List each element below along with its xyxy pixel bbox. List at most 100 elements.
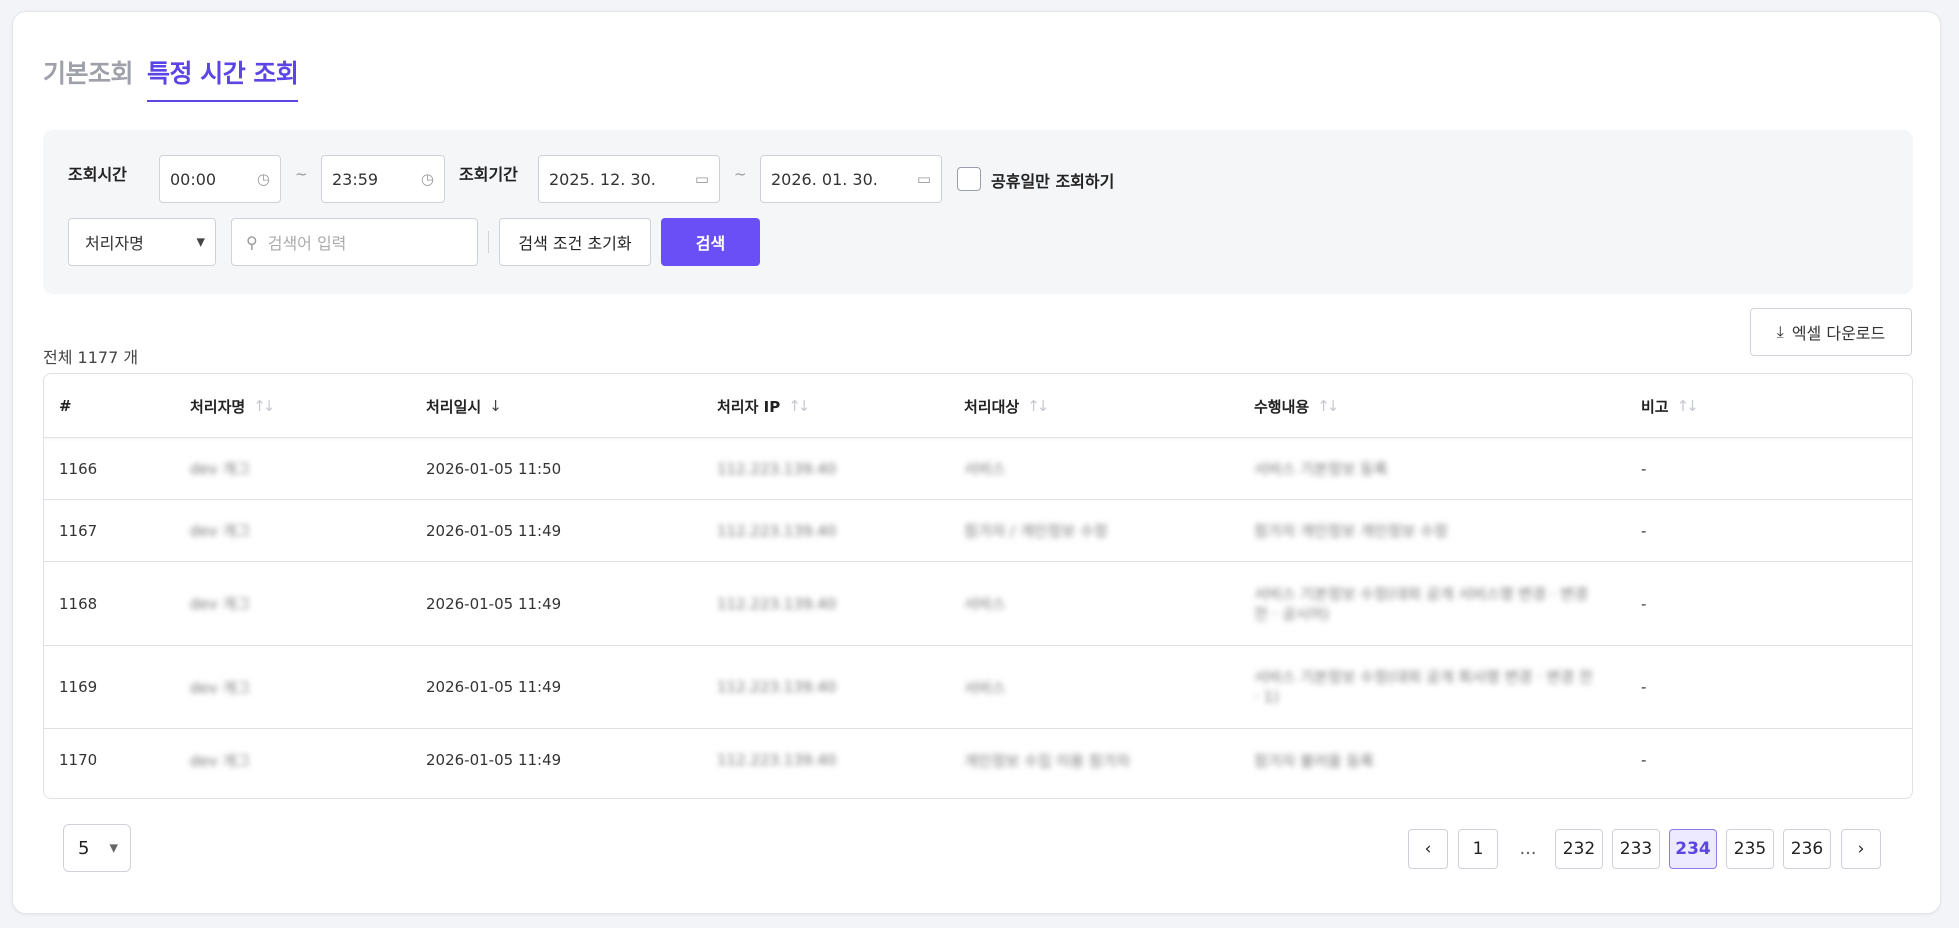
page-button[interactable]: 235 <box>1726 829 1774 869</box>
total-count: 전체 1177 개 <box>43 348 139 367</box>
cell-no: 1166 <box>59 459 98 478</box>
caret-down-icon: ▼ <box>196 235 205 249</box>
sort-icon: ↑↓ <box>788 397 810 415</box>
search-icon: ⚲ <box>246 232 258 252</box>
sort-icon: ↑↓ <box>1027 397 1049 415</box>
cell-datetime: 2026-01-05 11:49 <box>426 751 562 769</box>
table-header: # 처리자명 ↑↓ 처리일시 ↓ 처리자 IP ↑↓ 처리대상 ↑↓ 수행내용 ↑↓ 비고… <box>44 374 1912 438</box>
header-datetime[interactable]: 처리일시 ↓ <box>426 374 502 438</box>
sort-icon: ↑↓ <box>1317 397 1339 415</box>
excel-download-button[interactable]: ⤓ 엑셀 다운로드 <box>1750 308 1912 356</box>
table-row[interactable]: 1167 dev 개그 2026-01-05 11:49 112.223.139… <box>44 500 1912 562</box>
main-card: 기본조회 특정 시간 조회 조회시간 00:00 ◷ ~ 23:59 ◷ 조회기… <box>12 11 1941 914</box>
cell-target: 서비스 <box>964 460 1006 478</box>
search-button[interactable]: 검색 <box>661 218 760 266</box>
header-action[interactable]: 수행내용 ↑↓ <box>1254 374 1339 438</box>
caret-down-icon: ▼ <box>109 841 118 855</box>
holiday-only-checkbox[interactable] <box>957 167 981 191</box>
cell-action: 참가자 불러올 등록 <box>1254 751 1374 770</box>
cell-action: 서비스 기본정보 등록 <box>1254 460 1388 478</box>
sort-icon: ↑↓ <box>1676 397 1699 415</box>
next-page-button[interactable]: › <box>1841 829 1881 869</box>
page-button[interactable]: 233 <box>1612 829 1660 869</box>
search-input[interactable]: ⚲ 검색어 입력 <box>231 218 478 266</box>
cell-action: 참가자 개인정보 개인정보 수정 <box>1254 522 1448 540</box>
time-start-input[interactable]: 00:00 ◷ <box>159 155 281 203</box>
header-target[interactable]: 처리대상 ↑↓ <box>964 374 1049 438</box>
table-row[interactable]: 1168 dev 개그 2026-01-05 11:49 112.223.139… <box>44 562 1912 646</box>
chevron-left-icon: ‹ <box>1424 839 1432 859</box>
divider <box>488 231 489 253</box>
table-row[interactable]: 1170 dev 개그 2026-01-05 11:49 112.223.139… <box>44 729 1912 791</box>
tab-bar: 기본조회 특정 시간 조회 <box>43 54 299 102</box>
cell-note: - <box>1641 459 1647 478</box>
date-start-input[interactable]: 2025. 12. 30. ▭ <box>538 155 720 203</box>
cell-note: - <box>1641 521 1647 540</box>
cell-ip: 112.223.139.40 <box>717 521 837 540</box>
data-table: # 처리자명 ↑↓ 처리일시 ↓ 처리자 IP ↑↓ 처리대상 ↑↓ 수행내용 ↑↓ 비고… <box>43 373 1913 799</box>
time-end-value: 23:59 <box>332 169 379 189</box>
calendar-icon: ▭ <box>694 170 709 188</box>
cell-name: dev 개그 <box>190 751 250 770</box>
period-label: 조회기간 <box>459 165 518 184</box>
cell-no: 1167 <box>59 521 98 540</box>
prev-page-button[interactable]: ‹ <box>1408 829 1448 869</box>
time-end-input[interactable]: 23:59 ◷ <box>321 155 445 203</box>
reset-button[interactable]: 검색 조건 초기화 <box>499 218 651 266</box>
tab-basic-query[interactable]: 기본조회 <box>43 54 134 102</box>
calendar-icon: ▭ <box>916 170 931 188</box>
cell-ip: 112.223.139.40 <box>717 459 837 478</box>
page-button-current[interactable]: 234 <box>1669 829 1717 869</box>
cell-ip: 112.223.139.40 <box>717 678 837 696</box>
cell-no: 1168 <box>59 594 98 613</box>
page-button[interactable]: 232 <box>1555 829 1603 869</box>
search-field-select[interactable]: 처리자명 ▼ <box>68 218 216 266</box>
holiday-only-label: 공휴일만 조회하기 <box>991 172 1115 191</box>
cell-ip: 112.223.139.40 <box>717 594 837 613</box>
page-size-select[interactable]: 5 ▼ <box>63 824 131 872</box>
excel-download-label: 엑셀 다운로드 <box>1791 324 1886 343</box>
cell-note: - <box>1641 594 1647 613</box>
header-name[interactable]: 처리자명 ↑↓ <box>190 374 275 438</box>
page-size-value: 5 <box>78 837 90 859</box>
page-ellipsis: … <box>1519 839 1537 859</box>
cell-no: 1170 <box>59 751 98 769</box>
sort-desc-icon: ↓ <box>489 397 502 415</box>
time-start-value: 00:00 <box>170 169 217 189</box>
page-button[interactable]: 236 <box>1783 829 1831 869</box>
cell-name: dev 개그 <box>190 460 250 478</box>
header-ip[interactable]: 처리자 IP ↑↓ <box>717 374 810 438</box>
date-end-value: 2026. 01. 30. <box>771 169 878 189</box>
cell-note: - <box>1641 678 1647 696</box>
date-end-input[interactable]: 2026. 01. 30. ▭ <box>760 155 942 203</box>
header-no: # <box>59 397 72 415</box>
time-tilde: ~ <box>295 165 308 183</box>
header-note[interactable]: 비고 ↑↓ <box>1641 374 1699 438</box>
cell-target: 참가자 / 개인정보 수정 <box>964 522 1108 540</box>
page-button[interactable]: 1 <box>1458 829 1498 869</box>
tab-time-query[interactable]: 특정 시간 조회 <box>147 54 299 102</box>
table-row[interactable]: 1166 dev 개그 2026-01-05 11:50 112.223.139… <box>44 438 1912 500</box>
date-start-value: 2025. 12. 30. <box>549 169 656 189</box>
cell-name: dev 개그 <box>190 678 250 697</box>
cell-target: 서비스 <box>964 678 1006 697</box>
cell-action: 서비스 기본정보 수정(대외 공개 서비스명 변경 · 변경 전 · 공시어) <box>1254 584 1588 623</box>
cell-target: 개인정보 수집 이용 참가자 <box>964 751 1131 770</box>
download-icon: ⤓ <box>1776 322 1784 341</box>
cell-datetime: 2026-01-05 11:50 <box>426 459 562 478</box>
cell-note: - <box>1641 751 1647 769</box>
cell-name: dev 개그 <box>190 595 250 613</box>
cell-datetime: 2026-01-05 11:49 <box>426 594 562 613</box>
cell-ip: 112.223.139.40 <box>717 751 837 769</box>
cell-action: 서비스 기본정보 수정(대외 공개 회사명 변경 · 변경 전 · 1) <box>1254 668 1593 706</box>
search-field-value: 처리자명 <box>85 234 144 253</box>
cell-datetime: 2026-01-05 11:49 <box>426 521 562 540</box>
table-row[interactable]: 1169 dev 개그 2026-01-05 11:49 112.223.139… <box>44 646 1912 729</box>
clock-icon: ◷ <box>420 170 434 188</box>
clock-icon: ◷ <box>256 170 270 188</box>
cell-datetime: 2026-01-05 11:49 <box>426 678 562 696</box>
chevron-right-icon: › <box>1857 839 1865 859</box>
filter-panel: 조회시간 00:00 ◷ ~ 23:59 ◷ 조회기간 2025. 12. 30… <box>43 130 1913 294</box>
cell-no: 1169 <box>59 678 98 696</box>
search-placeholder: 검색어 입력 <box>267 234 347 253</box>
